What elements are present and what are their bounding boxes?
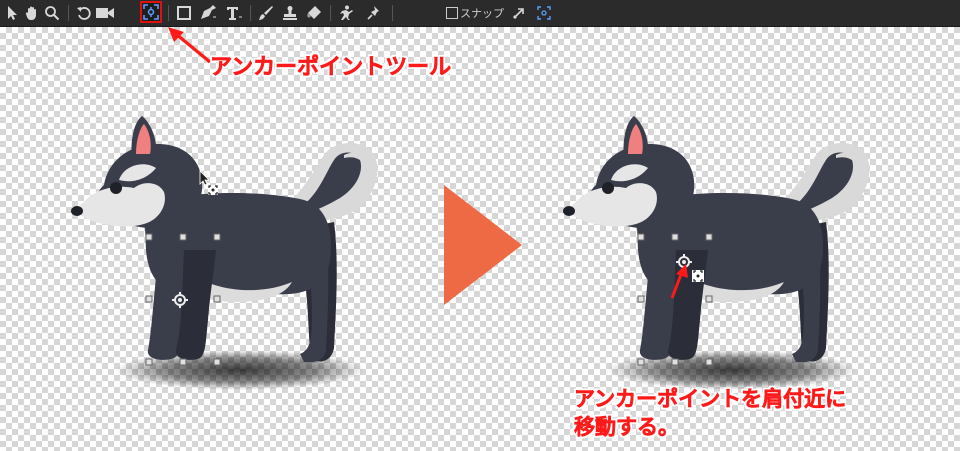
move-callout-line1: アンカーポイントを肩付近に (574, 387, 847, 412)
transition-arrow-icon (444, 185, 522, 305)
move-callout-line2: 移動する。 (574, 415, 680, 440)
dog-after[interactable] (556, 110, 876, 370)
dog-before[interactable] (64, 110, 384, 370)
red-pointer-arrow-icon (670, 264, 688, 299)
tool-callout-label: アンカーポイントツール (210, 55, 452, 81)
anchor-tool-cursor-icon (199, 170, 218, 195)
